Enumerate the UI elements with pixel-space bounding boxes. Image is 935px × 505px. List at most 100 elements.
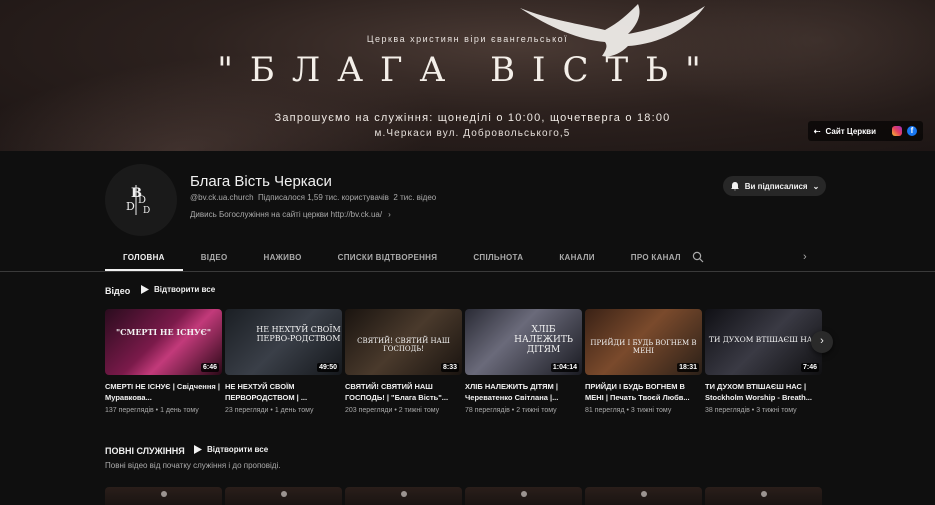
video-duration: 49:50 (317, 363, 339, 372)
tab-videos[interactable]: ВІДЕО (183, 244, 246, 271)
video-thumbnail[interactable] (585, 487, 702, 505)
tab-community[interactable]: СПІЛЬНОТА (455, 244, 541, 271)
channel-avatar[interactable]: B D D D (105, 164, 177, 236)
video-views: 81 перегляд (585, 407, 625, 414)
video-meta: 137 переглядів • 1 день тому (105, 407, 199, 414)
channel-tabs: ГОЛОВНА ВІДЕО НАЖИВО СПИСКИ ВІДТВОРЕННЯ … (105, 244, 699, 271)
video-meta: 23 перегляди • 1 день тому (225, 407, 314, 414)
video-thumbnail[interactable]: ПРИЙДИ І БУДЬ ВОГНЕМ В МЕНІ 18:31 (585, 309, 702, 375)
play-all-label: Відтворити все (154, 285, 216, 294)
video-title[interactable]: ХЛІБ НАЛЕЖИТЬ ДІТЯМ | Череватенко Світла… (465, 381, 582, 403)
instagram-icon[interactable] (892, 126, 902, 136)
tab-about[interactable]: ПРО КАНАЛ (613, 244, 699, 271)
channel-name: Блага Вість Черкаси (190, 173, 332, 190)
video-thumbnail[interactable] (345, 487, 462, 505)
carousel-next-button[interactable]: › (811, 331, 833, 353)
section-videos-title: Відео (105, 286, 131, 296)
thumbnail-text: ТИ ДУХОМ ВТІШАЄШ НАС (708, 335, 819, 344)
video-title[interactable]: ТИ ДУХОМ ВТІШАЄШ НАС | Stockholm Worship… (705, 381, 822, 403)
video-title[interactable]: ПРИЙДИ І БУДЬ ВОГНЕМ В МЕНІ | Печать Тво… (585, 381, 702, 403)
video-duration: 8:33 (440, 363, 459, 372)
video-thumbnail[interactable] (225, 487, 342, 505)
video-duration: 1:04:14 (550, 363, 579, 372)
video-title[interactable]: НЕ НЕХТУЙ СВОЇМ ПЕРВОРОДСТВОМ | ... (225, 381, 342, 403)
play-icon (141, 285, 149, 294)
tab-playlists[interactable]: СПИСКИ ВІДТВОРЕННЯ (320, 244, 456, 271)
video-age: 3 тижні тому (630, 407, 672, 414)
video-meta: 81 перегляд • 3 тижні тому (585, 407, 672, 414)
thumbnail-text: "СМЕРТІ НЕ ІСНУЄ" (115, 327, 212, 337)
video-thumbnail[interactable]: "СМЕРТІ НЕ ІСНУЄ" 6:46 (105, 309, 222, 375)
channel-handle: @bv.ck.ua.church (190, 193, 254, 202)
banner-address: м.Черкаси вул. Добровольського,5 (374, 128, 571, 139)
video-age: 2 тижні тому (516, 407, 557, 414)
video-meta: 38 переглядів • 3 тижні тому (705, 407, 797, 414)
tabs-next-icon[interactable]: › (803, 251, 807, 263)
svg-text:D: D (143, 206, 150, 216)
video-views: 23 перегляди (225, 407, 269, 414)
video-age: 1 день тому (160, 407, 199, 414)
video-card[interactable]: "СМЕРТІ НЕ ІСНУЄ" 6:46 СМЕРТІ НЕ ІСНУЄ |… (105, 309, 222, 414)
play-all-label: Відтворити все (207, 445, 269, 454)
video-meta: 78 переглядів • 2 тижні тому (465, 407, 557, 414)
video-card[interactable]: ПРИЙДИ І БУДЬ ВОГНЕМ В МЕНІ 18:31 ПРИЙДИ… (585, 309, 702, 414)
link-arrow-icon: ⇠ (813, 126, 821, 136)
video-title[interactable]: СВЯТИЙ! СВЯТИЙ НАШ ГОСПОДЬ! | "Блага Віс… (345, 381, 462, 403)
banner-links: ⇠ Сайт Церкви f (807, 121, 923, 141)
video-age: 3 тижні тому (756, 407, 797, 414)
video-thumbnail[interactable]: НЕ НЕХТУЙ СВОЇМ ПЕРВО-РОДСТВОМ 49:50 (225, 309, 342, 375)
video-views: 203 перегляди (345, 407, 393, 414)
banner-subtitle: Церква християн віри євангельської (366, 34, 569, 44)
chevron-right-icon: › (388, 210, 391, 219)
video-card[interactable]: НЕ НЕХТУЙ СВОЇМ ПЕРВО-РОДСТВОМ 49:50 НЕ … (225, 309, 342, 414)
video-card[interactable]: ТИ ДУХОМ ВТІШАЄШ НАС 7:46 ТИ ДУХОМ ВТІША… (705, 309, 822, 414)
video-duration: 18:31 (677, 363, 699, 372)
video-duration: 6:46 (200, 363, 219, 372)
thumbnail-text: ХЛІБ НАЛЕЖИТЬ ДІТЯМ (514, 325, 573, 355)
chevron-right-icon: › (820, 335, 824, 347)
video-thumbnail[interactable]: ТИ ДУХОМ ВТІШАЄШ НАС 7:46 (705, 309, 822, 375)
thumbnail-text: НЕ НЕХТУЙ СВОЇМ ПЕРВО-РОДСТВОМ (256, 325, 341, 343)
banner-schedule: Запрошуємо на служіння: щонеділі о 10:00… (274, 112, 671, 124)
tabs-divider (0, 271, 935, 272)
video-card[interactable]: СВЯТИЙ! СВЯТИЙ НАШ ГОСПОДЬ! 8:33 СВЯТИЙ!… (345, 309, 462, 414)
video-views: 38 переглядів (705, 407, 750, 414)
chevron-down-icon: ⌄ (812, 181, 820, 191)
channel-description: Дивись Богослужіння на сайті церкви http… (190, 210, 383, 219)
video-age: 2 тижні тому (398, 407, 440, 414)
video-title[interactable]: СМЕРТІ НЕ ІСНУЄ | Свідчення | Муравкова.… (105, 381, 222, 403)
video-thumbnail[interactable] (705, 487, 822, 505)
video-thumbnail[interactable] (465, 487, 582, 505)
video-card[interactable]: ХЛІБ НАЛЕЖИТЬ ДІТЯМ 1:04:14 ХЛІБ НАЛЕЖИТ… (465, 309, 582, 414)
section-full-title: ПОВНІ СЛУЖІННЯ (105, 446, 185, 456)
play-all-videos-button[interactable]: Відтворити все (141, 285, 215, 294)
search-icon[interactable] (692, 251, 704, 263)
tab-home[interactable]: ГОЛОВНА (105, 244, 183, 271)
channel-banner: Церква християн віри євангельської "БЛАГ… (0, 0, 935, 151)
video-count: 2 тис. відео (393, 193, 437, 202)
video-duration: 7:46 (800, 363, 819, 372)
channel-description-link[interactable]: Дивись Богослужіння на сайті церкви http… (190, 210, 391, 219)
video-thumbnail[interactable]: СВЯТИЙ! СВЯТИЙ НАШ ГОСПОДЬ! 8:33 (345, 309, 462, 375)
section-full-description: Повні відео від початку служіння і до пр… (105, 461, 281, 470)
subscriber-count: Підписалося 1,59 тис. користувачів (258, 193, 389, 202)
video-views: 137 переглядів (105, 407, 154, 414)
play-all-full-button[interactable]: Відтворити все (194, 445, 268, 454)
tab-live[interactable]: НАЖИВО (246, 244, 320, 271)
channel-meta: @bv.ck.ua.church Підписалося 1,59 тис. к… (190, 193, 436, 202)
play-icon (194, 445, 202, 454)
thumbnail-text: ПРИЙДИ І БУДЬ ВОГНЕМ В МЕНІ (590, 339, 697, 355)
video-thumbnail[interactable]: ХЛІБ НАЛЕЖИТЬ ДІТЯМ 1:04:14 (465, 309, 582, 375)
video-meta: 203 перегляди • 2 тижні тому (345, 407, 440, 414)
video-thumbnail[interactable] (105, 487, 222, 505)
tab-channels[interactable]: КАНАЛИ (541, 244, 612, 271)
thumbnail-text: СВЯТИЙ! СВЯТИЙ НАШ ГОСПОДЬ! (357, 337, 450, 353)
video-views: 78 переглядів (465, 407, 510, 414)
svg-text:D: D (126, 200, 135, 213)
banner-title: "БЛАГА ВІСТЬ" (217, 50, 718, 90)
site-link[interactable]: Сайт Церкви (826, 127, 877, 136)
svg-text:D: D (138, 195, 146, 206)
facebook-icon[interactable]: f (907, 126, 917, 136)
subscribe-button[interactable]: Ви підписалися ⌄ (723, 176, 826, 196)
subscribe-label: Ви підписалися (744, 181, 808, 191)
